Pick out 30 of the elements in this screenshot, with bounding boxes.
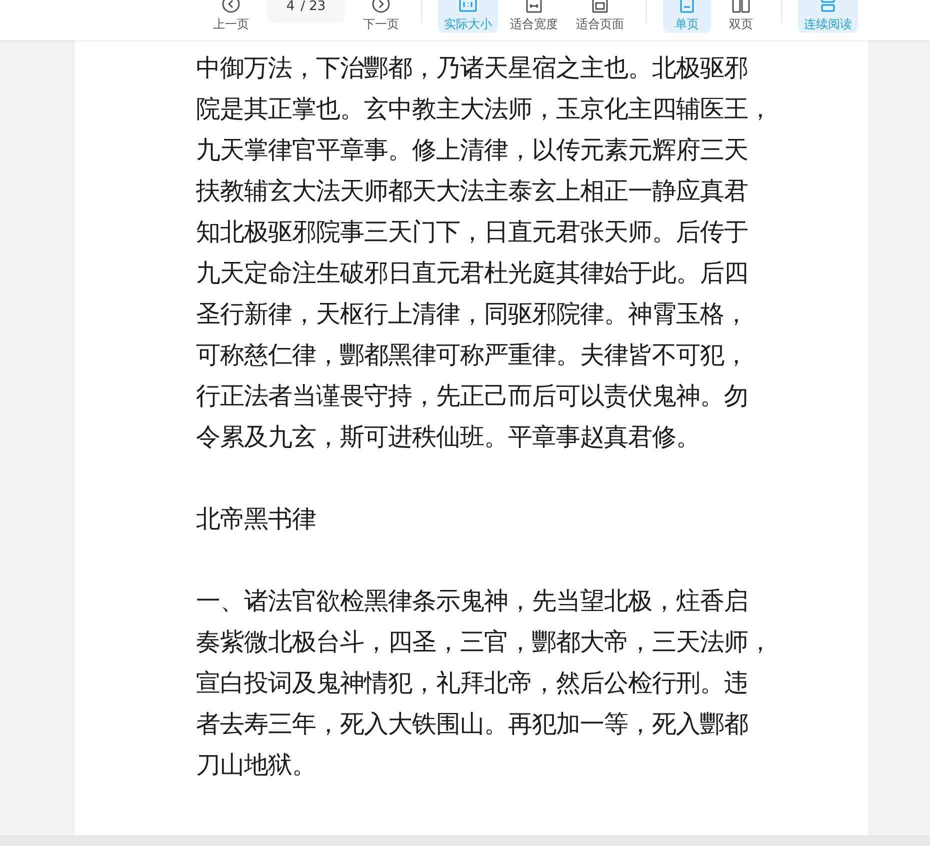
- text-line: 刀山地狱。: [196, 751, 316, 781]
- text-line: 行正法者当谨畏守持，先正己而后可以责伏鬼神。勿: [196, 382, 748, 412]
- text-line: 圣行新律，天枢行上清律，同驱邪院律。神霄玉格，: [196, 300, 748, 330]
- actual-size-icon: [458, 0, 478, 14]
- text-line: 九天定命注生破邪日直元君杜光庭其律始于此。后四: [196, 259, 748, 289]
- text-line: 中御万法，下治酆都，乃诸天星宿之主也。北极驱邪: [196, 54, 748, 84]
- text-line: 九天掌律官平章事。修上清律，以传元素元辉府三天: [196, 136, 748, 166]
- text-line: 扶教辅玄大法天师都天大法主泰玄上相正一静应真君: [196, 177, 748, 207]
- text-line: 北帝黑书律: [196, 505, 316, 535]
- current-page: 4: [286, 0, 295, 16]
- text-line: 者去寿三年，死入大铁围山。再犯加一等，死入酆都: [196, 710, 748, 740]
- page-number-field[interactable]: 4 / 23: [267, 0, 345, 23]
- toolbar-button[interactable]: 适合页面: [570, 0, 630, 33]
- toolbar-button[interactable]: 上一页: [207, 0, 255, 33]
- toolbar-button[interactable]: 适合宽度: [504, 0, 564, 33]
- text-line: 奏紫微北极台斗，四圣，三官，酆都大帝，三天法师，: [196, 628, 772, 658]
- fit-page-icon: [590, 0, 610, 14]
- toolbar-button[interactable]: 双页: [717, 0, 765, 33]
- text-line: 知北极驱邪院事三天门下，日直元君张天师。后传于: [196, 218, 748, 248]
- toolbar-button[interactable]: 下一页: [357, 0, 405, 33]
- text-line: 可称慈仁律，酆都黑律可称严重律。夫律皆不可犯，: [196, 341, 748, 371]
- text-line: 一、诸法官欲检黑律条示鬼神，先当望北极，炷香启: [196, 587, 748, 617]
- double-page-icon: [731, 0, 751, 14]
- chevron-left-icon: [221, 0, 241, 14]
- text-line: 令累及九玄，斯可进秩仙班。平章事赵真君修。: [196, 423, 700, 453]
- fit-width-icon: [524, 0, 544, 14]
- chevron-right-icon: [371, 0, 391, 14]
- text-line: 院是其正掌也。玄中教主大法师，玉京化主四辅医王，: [196, 95, 772, 125]
- page-total: / 23: [300, 0, 326, 16]
- text-line: 宣白投词及鬼神情犯，礼拜北帝，然后公检行刑。违: [196, 669, 748, 699]
